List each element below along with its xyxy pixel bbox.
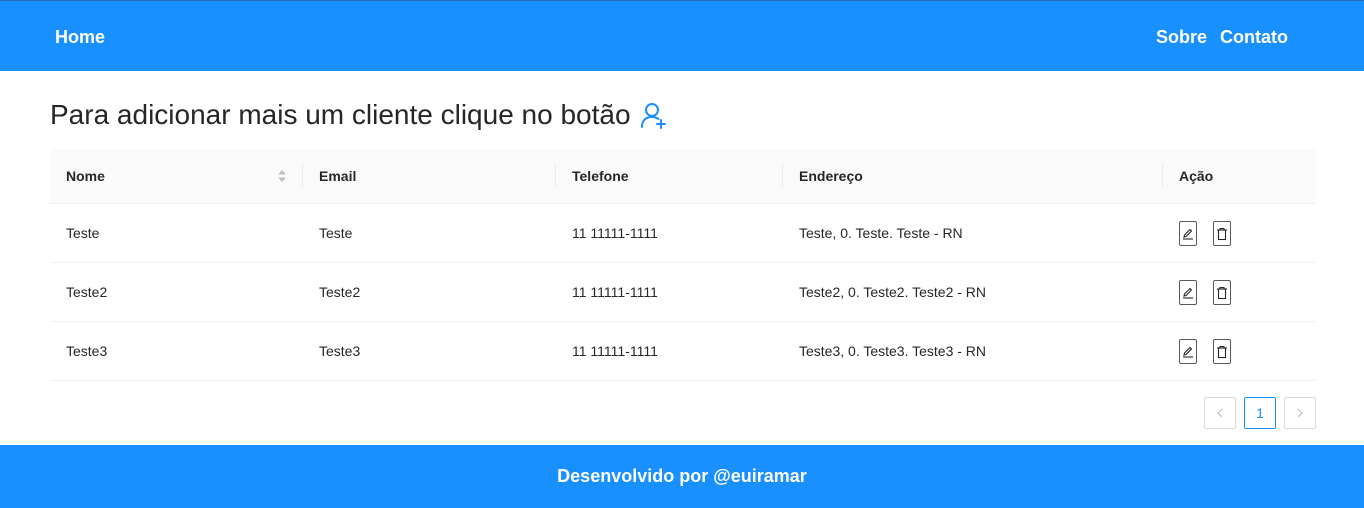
footer: Desenvolvido por @euiramar — [0, 445, 1364, 508]
add-client-button[interactable] — [640, 102, 668, 130]
table-row: Teste2 Teste2 11 11111-1111 Teste2, 0. T… — [50, 263, 1316, 322]
footer-text: Desenvolvido por @euiramar — [557, 466, 807, 486]
chevron-left-icon — [1217, 408, 1223, 418]
column-header-nome[interactable]: Nome — [50, 149, 105, 203]
cell-nome: Teste2 — [66, 284, 108, 300]
cell-endereco: Teste3, 0. Teste3. Teste3 - RN — [799, 343, 987, 359]
clients-table: Nome Email Telefone Endereço Ação Teste … — [50, 149, 1316, 381]
cell-email: Teste — [319, 225, 353, 241]
pagination-prev-button[interactable] — [1204, 397, 1236, 429]
delete-icon — [1217, 227, 1227, 240]
cell-telefone: 11 11111-1111 — [572, 284, 658, 300]
nav-home-link[interactable]: Home — [55, 26, 105, 48]
page-title: Para adicionar mais um cliente clique no… — [50, 97, 668, 133]
column-header-acao: Ação — [1179, 168, 1214, 184]
table-header: Nome Email Telefone Endereço Ação — [50, 149, 1316, 204]
cell-endereco: Teste, 0. Teste. Teste - RN — [799, 225, 963, 241]
edit-icon — [1183, 346, 1193, 358]
top-navbar: Home Sobre Contato — [0, 0, 1364, 71]
table-row: Teste3 Teste3 11 11111-1111 Teste3, 0. T… — [50, 322, 1316, 381]
nav-sobre-link[interactable]: Sobre — [1156, 26, 1207, 48]
column-header-email: Email — [319, 168, 357, 184]
edit-button[interactable] — [1179, 339, 1197, 364]
column-header-endereco: Endereço — [799, 168, 863, 184]
user-add-icon — [640, 103, 666, 129]
delete-button[interactable] — [1213, 221, 1231, 246]
chevron-right-icon — [1297, 408, 1303, 418]
edit-button[interactable] — [1179, 280, 1197, 305]
nav-contato-link[interactable]: Contato — [1220, 26, 1288, 48]
pagination-next-button[interactable] — [1284, 397, 1316, 429]
cell-endereco: Teste2, 0. Teste2. Teste2 - RN — [799, 284, 987, 300]
edit-icon — [1183, 287, 1193, 299]
sort-icon[interactable] — [277, 169, 287, 183]
edit-icon — [1183, 228, 1193, 240]
cell-nome: Teste3 — [66, 343, 108, 359]
delete-button[interactable] — [1213, 339, 1231, 364]
cell-email: Teste2 — [319, 284, 361, 300]
pagination-page-1[interactable]: 1 — [1244, 397, 1276, 429]
edit-button[interactable] — [1179, 221, 1197, 246]
cell-telefone: 11 11111-1111 — [572, 343, 658, 359]
delete-icon — [1217, 345, 1227, 358]
delete-icon — [1217, 286, 1227, 299]
cell-nome: Teste — [66, 225, 100, 241]
table-row: Teste Teste 11 11111-1111 Teste, 0. Test… — [50, 204, 1316, 263]
delete-button[interactable] — [1213, 280, 1231, 305]
page-title-text: Para adicionar mais um cliente clique no… — [50, 99, 631, 130]
cell-email: Teste3 — [319, 343, 361, 359]
column-header-telefone: Telefone — [572, 168, 629, 184]
cell-telefone: 11 11111-1111 — [572, 225, 658, 241]
